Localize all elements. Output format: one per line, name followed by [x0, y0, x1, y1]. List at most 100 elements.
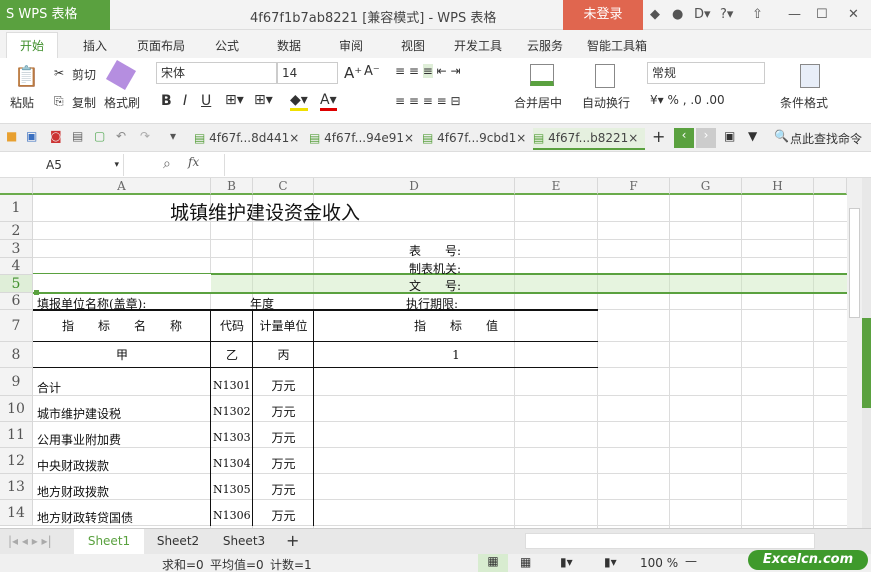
customize-dropdown-icon[interactable]: ▾: [170, 129, 176, 143]
row-header-8[interactable]: 8: [0, 342, 33, 368]
pin-icon[interactable]: ▼: [748, 129, 757, 143]
column-header-D[interactable]: D: [314, 178, 515, 195]
sheet-tab-sheet3[interactable]: Sheet3: [212, 529, 276, 554]
column-header-B[interactable]: B: [211, 178, 253, 195]
column-header-C[interactable]: C: [253, 178, 314, 195]
cut-button[interactable]: 剪切: [72, 66, 96, 83]
help-icon[interactable]: ?▾: [720, 7, 733, 22]
tab-smart-tools[interactable]: 智能工具箱: [587, 37, 647, 54]
column-header-E[interactable]: E: [515, 178, 598, 195]
tab-view[interactable]: 视图: [401, 37, 425, 54]
add-sheet-icon[interactable]: +: [286, 531, 299, 550]
increase-font-icon[interactable]: A⁺: [344, 64, 362, 82]
row-header-14[interactable]: 14: [0, 500, 33, 526]
row-header-3[interactable]: 3: [0, 240, 33, 258]
wrap-text-button[interactable]: 自动换行: [582, 94, 630, 111]
tab-review[interactable]: 审阅: [339, 37, 363, 54]
italic-button[interactable]: I: [183, 93, 187, 109]
command-search[interactable]: 点此查找命令: [790, 130, 862, 147]
tab-insert[interactable]: 插入: [83, 37, 107, 54]
tab-page-layout[interactable]: 页面布局: [137, 37, 185, 54]
formula-input[interactable]: [224, 154, 871, 176]
number-format-select[interactable]: 常规: [647, 62, 765, 84]
tab-data[interactable]: 数据: [277, 37, 301, 54]
decrease-font-icon[interactable]: A⁻: [364, 64, 380, 79]
merge-center-button[interactable]: 合并居中: [514, 94, 562, 111]
login-button[interactable]: 未登录: [563, 0, 643, 30]
close-tab-icon[interactable]: ×: [404, 131, 414, 145]
close-tab-icon[interactable]: ×: [628, 131, 638, 145]
cell-style-icon[interactable]: ⊞▾: [254, 92, 273, 108]
copy-button[interactable]: 复制: [72, 94, 96, 111]
restore-ribbon-icon[interactable]: ⇧: [752, 7, 763, 22]
doc-tab[interactable]: ▤ 4f67f...94e91×: [309, 128, 414, 150]
doc-tab[interactable]: ▤ 4f67f...9cbd1×: [422, 128, 526, 150]
row-header-7[interactable]: 7: [0, 310, 33, 342]
active-cell-a5[interactable]: [33, 274, 211, 292]
export-pdf-icon[interactable]: ◙: [50, 129, 62, 143]
align-horizontal-icon[interactable]: ≡ ≡ ≡ ≡ ⊟: [395, 94, 461, 108]
row-header-9[interactable]: 9: [0, 368, 33, 396]
tab-developer[interactable]: 开发工具: [454, 37, 502, 54]
fill-color-icon[interactable]: ◆▾: [290, 92, 308, 111]
column-header-G[interactable]: G: [670, 178, 742, 195]
currency-icon[interactable]: ¥▾ % , .0 .00: [650, 93, 725, 107]
select-all-corner[interactable]: [0, 178, 33, 195]
settings-icon[interactable]: ●: [672, 7, 683, 22]
present-icon[interactable]: ▣: [724, 129, 735, 143]
row-header-12[interactable]: 12: [0, 448, 33, 474]
function-button[interactable]: fx: [188, 155, 199, 169]
row-header-2[interactable]: 2: [0, 222, 33, 240]
next-tab-button[interactable]: ›: [696, 128, 716, 148]
spreadsheet-grid[interactable]: A B C D E F G H 1 2 3 4 5 6 7 8 9 10 11 12 13 14 城镇维护建设资金收入表 号…: [0, 178, 847, 528]
doc-tab[interactable]: ▤ 4f67f...8d441×: [194, 128, 299, 150]
maximize-button[interactable]: ☐: [816, 7, 828, 22]
row-header-10[interactable]: 10: [0, 396, 33, 422]
horizontal-scrollbar[interactable]: [525, 533, 815, 549]
vertical-scrollbar[interactable]: [847, 178, 862, 528]
sheet-tab-sheet1[interactable]: Sheet1: [74, 529, 144, 554]
format-painter-button[interactable]: 格式刷: [104, 94, 140, 111]
feedback-icon[interactable]: D▾: [694, 7, 711, 22]
row-header-11[interactable]: 11: [0, 422, 33, 448]
zoom-level[interactable]: 100 %: [640, 556, 678, 570]
column-header-F[interactable]: F: [598, 178, 670, 195]
skin-icon[interactable]: ◆: [650, 7, 660, 22]
align-top-icon[interactable]: ≡ ≡ ≡ ⇤ ⇥: [395, 64, 461, 78]
name-box[interactable]: A5 ▾: [0, 154, 124, 176]
minimize-button[interactable]: —: [788, 7, 801, 22]
wps-menu-button[interactable]: S WPS 表格: [0, 0, 110, 30]
tab-formulas[interactable]: 公式: [215, 37, 239, 54]
new-tab-icon[interactable]: +: [652, 127, 665, 146]
font-name-select[interactable]: 宋体: [156, 62, 277, 84]
redo-icon[interactable]: ↷: [140, 129, 150, 143]
tab-cloud[interactable]: 云服务: [527, 37, 563, 54]
save-icon[interactable]: ▣: [26, 129, 37, 143]
conditional-format-button[interactable]: 条件格式: [780, 94, 828, 111]
tab-home[interactable]: 开始: [6, 32, 58, 59]
underline-button[interactable]: U: [201, 93, 211, 109]
page-break-view-icon[interactable]: ▦: [520, 555, 531, 569]
bold-button[interactable]: B: [161, 93, 172, 109]
prev-tab-button[interactable]: ‹: [674, 128, 694, 148]
zoom-out-icon[interactable]: —: [685, 554, 697, 568]
row-header-4[interactable]: 4: [0, 258, 33, 275]
row-header-13[interactable]: 13: [0, 474, 33, 500]
print-preview-icon[interactable]: ▢: [94, 129, 105, 143]
reading-mode-icon[interactable]: ▮▾: [560, 555, 573, 569]
row-header-1[interactable]: 1: [0, 195, 33, 222]
column-header-A[interactable]: A: [33, 178, 211, 195]
close-button[interactable]: ✕: [848, 7, 859, 22]
sheet-tab-sheet2[interactable]: Sheet2: [146, 529, 210, 554]
paste-button[interactable]: 粘贴: [10, 94, 34, 111]
undo-icon[interactable]: ↶: [116, 129, 126, 143]
close-tab-icon[interactable]: ×: [516, 131, 526, 145]
close-tab-icon[interactable]: ×: [289, 131, 299, 145]
normal-view-icon[interactable]: ▦: [478, 554, 508, 572]
row-header-5[interactable]: 5: [0, 275, 33, 293]
row-header-6[interactable]: 6: [0, 293, 33, 310]
zoom-search-icon[interactable]: ⌕: [163, 156, 171, 172]
open-icon[interactable]: ■: [6, 129, 17, 143]
sheet-nav-icons[interactable]: |◂ ◂ ▸ ▸|: [8, 534, 52, 548]
column-header-H[interactable]: H: [742, 178, 814, 195]
